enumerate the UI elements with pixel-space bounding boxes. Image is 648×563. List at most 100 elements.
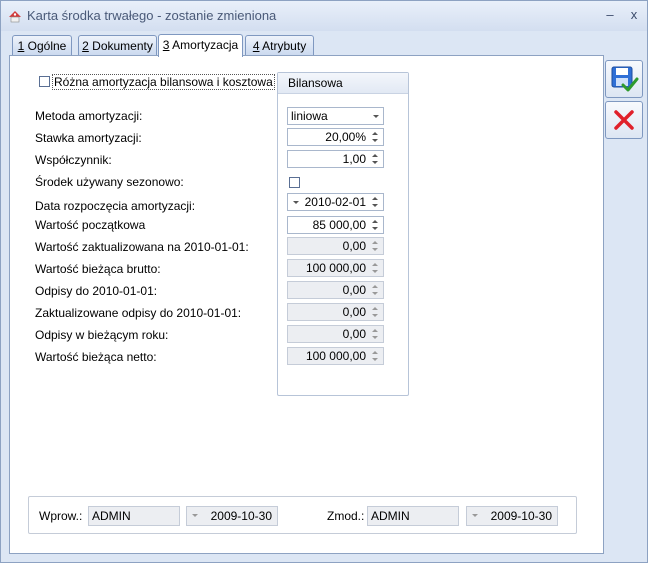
entered-user-field: ADMIN — [88, 506, 180, 526]
calendar-dropdown-icon[interactable] — [293, 201, 299, 204]
spin-down-icon — [372, 139, 378, 142]
chevron-down-icon — [192, 514, 198, 517]
spin-down-icon — [372, 336, 378, 339]
spin-up-icon — [372, 285, 378, 288]
close-icon — [614, 110, 634, 130]
method-label: Metoda amortyzacji: — [35, 109, 143, 123]
balance-group-header: Bilansowa — [278, 73, 408, 94]
tab-general[interactable]: 1 Ogólne — [12, 35, 72, 56]
start-date-spinner[interactable] — [371, 195, 381, 209]
spin-up-icon — [372, 307, 378, 310]
year-writeoffs-field: 0,00 — [287, 325, 384, 343]
updated-value-field: 0,00 — [287, 237, 384, 255]
close-window-button[interactable]: x — [625, 7, 643, 23]
save-button[interactable] — [605, 60, 643, 98]
coefficient-value: 1,00 — [342, 152, 366, 166]
cancel-button[interactable] — [605, 101, 643, 139]
updated-value-spinner — [371, 239, 381, 253]
tab-attributes-label: Atrybuty — [259, 39, 307, 53]
gross-value: 100 000,00 — [305, 261, 366, 275]
tab-depreciation-label: Amortyzacja — [169, 38, 239, 52]
spin-up-icon — [372, 132, 378, 135]
tab-attributes-hotkey: 4 — [252, 39, 260, 53]
tab-attributes[interactable]: 4 Atrybuty — [245, 35, 314, 56]
spin-up-icon — [372, 263, 378, 266]
app-icon — [9, 11, 21, 23]
method-select[interactable]: liniowa — [287, 107, 384, 125]
rate-spinner[interactable] — [371, 130, 381, 144]
spin-down-icon — [372, 358, 378, 361]
spin-up-icon — [372, 241, 378, 244]
initial-value-label: Wartość początkowa — [35, 218, 146, 232]
net-value: 100 000,00 — [305, 349, 366, 363]
entered-date-field: 2009-10-30 — [186, 506, 278, 526]
updated-writeoffs-field: 0,00 — [287, 303, 384, 321]
tab-depreciation[interactable]: 3 Amortyzacja — [158, 34, 243, 57]
writeoffs-value: 0,00 — [342, 283, 366, 297]
spin-up-icon — [372, 197, 378, 200]
modified-date-value: 2009-10-30 — [490, 509, 552, 523]
method-value: liniowa — [291, 109, 328, 123]
modified-date-field: 2009-10-30 — [466, 506, 558, 526]
tab-documents-hotkey: 2 — [82, 39, 89, 53]
depreciation-panel: Różna amortyzacja bilansowa i kosztowa B… — [9, 55, 604, 554]
coefficient-spinner[interactable] — [371, 152, 381, 166]
updated-writeoffs-label: Zaktualizowane odpisy do 2010-01-01: — [35, 306, 242, 320]
different-depreciation-label: Różna amortyzacja bilansowa i kosztowa — [52, 74, 275, 90]
start-date-label: Data rozpoczęcia amortyzacji: — [35, 199, 196, 213]
rate-input[interactable]: 20,00% — [287, 128, 384, 146]
spin-down-icon — [372, 292, 378, 295]
tab-documents-label: Dokumenty — [88, 39, 153, 53]
updated-value: 0,00 — [342, 239, 366, 253]
gross-value-spinner — [371, 261, 381, 275]
initial-value-spinner[interactable] — [371, 218, 381, 232]
year-writeoffs-value: 0,00 — [342, 327, 366, 341]
spin-down-icon — [372, 204, 378, 207]
spin-down-icon — [372, 314, 378, 317]
modified-user-field: ADMIN — [367, 506, 459, 526]
chevron-down-icon — [373, 115, 379, 118]
save-disk-icon — [611, 66, 639, 92]
year-writeoffs-spinner — [371, 327, 381, 341]
gross-value-field: 100 000,00 — [287, 259, 384, 277]
seasonal-label: Środek używany sezonowo: — [35, 175, 184, 189]
tab-general-label: Ogólne — [24, 39, 67, 53]
gross-value-label: Wartość bieżąca brutto: — [35, 262, 161, 276]
start-date-value: 2010-02-01 — [304, 195, 366, 209]
initial-value: 85 000,00 — [312, 218, 366, 232]
window: Karta środka trwałego - zostanie zmienio… — [0, 0, 648, 563]
seasonal-checkbox[interactable] — [289, 177, 300, 188]
coefficient-input[interactable]: 1,00 — [287, 150, 384, 168]
entered-label: Wprow.: — [39, 509, 83, 523]
writeoffs-label: Odpisy do 2010-01-01: — [35, 284, 158, 298]
spin-down-icon — [372, 270, 378, 273]
writeoffs-field: 0,00 — [287, 281, 384, 299]
net-value-label: Wartość bieżąca netto: — [35, 350, 157, 364]
net-value-spinner — [371, 349, 381, 363]
window-title: Karta środka trwałego - zostanie zmienio… — [27, 8, 277, 23]
audit-footer: Wprow.: ADMIN 2009-10-30 Zmod.: ADMIN 20… — [28, 496, 577, 534]
rate-label: Stawka amortyzacji: — [35, 131, 142, 145]
different-depreciation-checkbox[interactable] — [39, 76, 50, 87]
entered-date-value: 2009-10-30 — [210, 509, 272, 523]
updated-value-label: Wartość zaktualizowana na 2010-01-01: — [35, 240, 249, 254]
year-writeoffs-label: Odpisy w bieżącym roku: — [35, 328, 169, 342]
net-value-field: 100 000,00 — [287, 347, 384, 365]
spin-down-icon — [372, 227, 378, 230]
spin-up-icon — [372, 220, 378, 223]
tab-documents[interactable]: 2 Dokumenty — [78, 35, 157, 56]
start-date-input[interactable]: 2010-02-01 — [287, 193, 384, 211]
spin-up-icon — [372, 351, 378, 354]
minimize-button[interactable]: – — [601, 7, 619, 23]
writeoffs-spinner — [371, 283, 381, 297]
chevron-down-icon — [472, 514, 478, 517]
updated-writeoffs-value: 0,00 — [342, 305, 366, 319]
balance-group-title: Bilansowa — [288, 76, 343, 90]
spin-up-icon — [372, 329, 378, 332]
spin-down-icon — [372, 248, 378, 251]
initial-value-input[interactable]: 85 000,00 — [287, 216, 384, 234]
title-bar: Karta środka trwałego - zostanie zmienio… — [1, 1, 647, 31]
rate-value: 20,00% — [325, 130, 366, 144]
updated-writeoffs-spinner — [371, 305, 381, 319]
spin-up-icon — [372, 154, 378, 157]
